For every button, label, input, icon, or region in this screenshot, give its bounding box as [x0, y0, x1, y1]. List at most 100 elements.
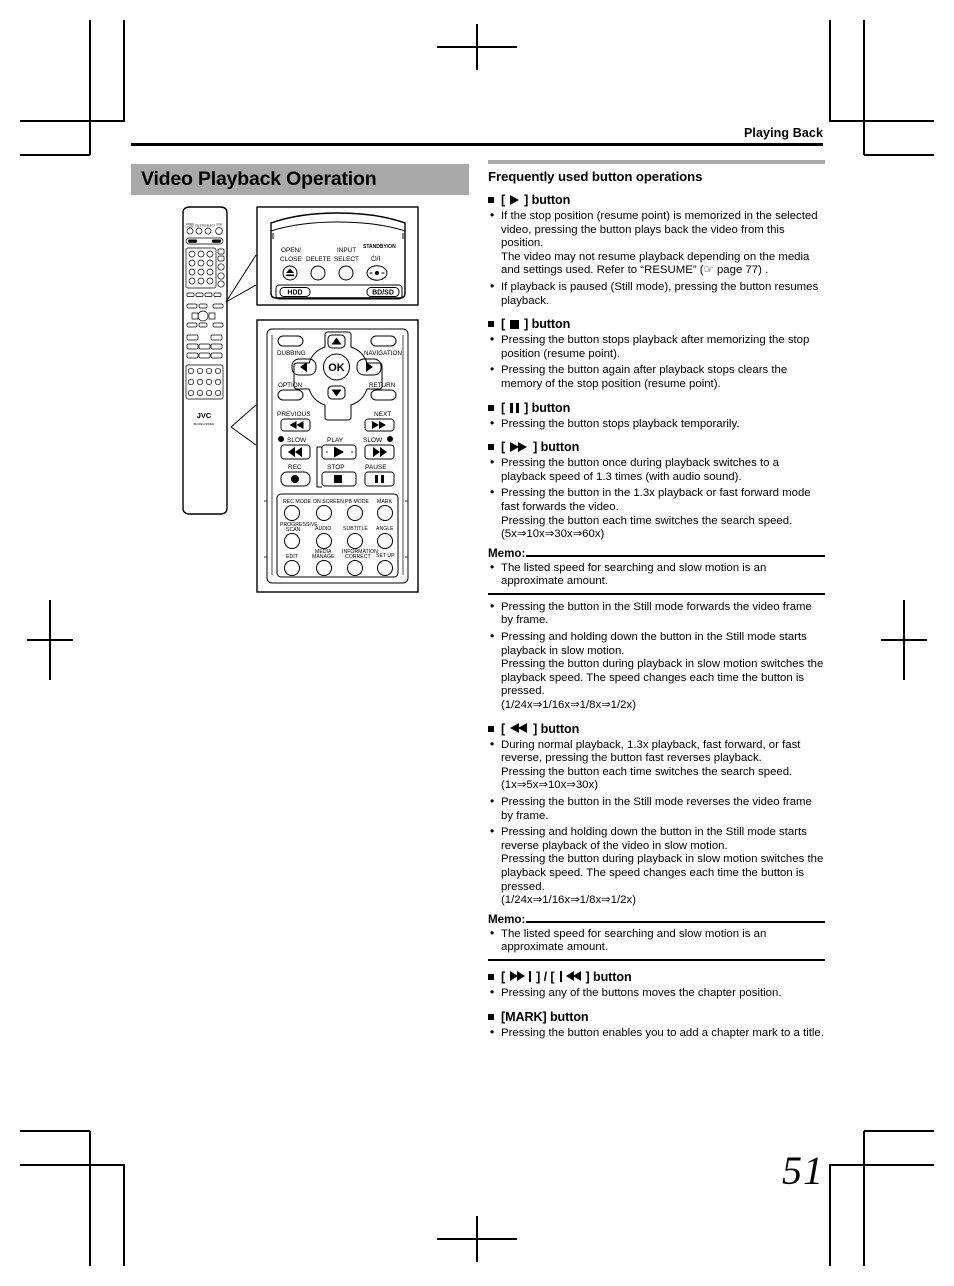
label-ok: OK	[328, 362, 345, 374]
bullet-square-icon	[488, 1013, 494, 1020]
label-on-screen: ON SCREEN	[313, 499, 344, 505]
page-number: 51	[782, 1148, 824, 1193]
memo-rule	[526, 554, 825, 557]
button-progressive-scan	[284, 533, 300, 549]
heading-stop-button: [ ] button	[488, 317, 825, 331]
bullet-list-play: If the stop position (resume point) is m…	[488, 209, 825, 308]
heading-chapter-skip-button: [ ] / [ ] button	[488, 970, 825, 984]
button-stop	[321, 471, 357, 487]
remote-brand-label: JVC	[197, 411, 212, 420]
memo-rule	[526, 920, 825, 923]
label-dubbing: DUBBING	[277, 350, 306, 357]
button-next	[364, 418, 395, 432]
label-angle: ANGLE	[376, 526, 394, 532]
button-previous	[280, 418, 311, 432]
svg-text:SCAN: SCAN	[286, 527, 301, 533]
section-title-banner: Video Playback Operation	[131, 164, 469, 195]
svg-text:DELETE: DELETE	[195, 224, 205, 228]
list-item: Pressing the button in the 1.3x playback…	[488, 486, 825, 541]
left-column: Video Playback Operation	[131, 164, 469, 195]
icon-slow-minus	[278, 436, 284, 442]
remote-keypad	[185, 247, 225, 289]
svg-text:CLOSE: CLOSE	[280, 256, 302, 263]
button-standby-on	[366, 265, 388, 281]
bullet-list-chapter-skip: Pressing any of the buttons moves the ch…	[488, 986, 825, 1001]
memo-end-rule	[488, 592, 825, 595]
label-delete: DELETE	[306, 256, 331, 263]
svg-text:MANAGE: MANAGE	[312, 554, 335, 560]
bullet-list-mark: Pressing the button enables you to add a…	[488, 1026, 825, 1041]
bullet-square-icon	[488, 725, 494, 732]
button-hdd: HDD	[279, 287, 311, 297]
label-rec: REC	[288, 464, 302, 471]
bullet-square-icon	[488, 973, 494, 980]
bullet-list-fast-reverse: During normal playback, 1.3x playback, f…	[488, 738, 825, 908]
nav-cluster: DUBBING NAVIGATION OK OPTION RETURN	[277, 331, 402, 421]
page-header-rule	[131, 143, 823, 146]
button-on-screen	[316, 505, 332, 521]
button-audio	[316, 533, 332, 549]
previous-chapter-icon	[559, 971, 581, 983]
svg-text:HDD: HDD	[287, 290, 302, 297]
label-pause: PAUSE	[365, 464, 387, 471]
registration-mark-bottom-center	[437, 1216, 517, 1262]
full-remote-illustration: OPEN/ CLOSE DELETE SELECT STBY JVC BD-RE…	[182, 206, 228, 515]
icon-slow-plus	[387, 436, 393, 442]
play-icon	[510, 195, 520, 205]
button-information-correct	[347, 560, 363, 576]
label-option: OPTION	[278, 382, 303, 389]
memo-title: Memo:	[488, 547, 825, 560]
button-pause	[364, 471, 395, 487]
pause-icon	[510, 402, 520, 413]
heading-mark-button: [MARK] button	[488, 1010, 825, 1024]
remote-detail-middle: DUBBING NAVIGATION OK OPTION RETURN PREV…	[256, 319, 419, 593]
heading-fast-reverse-button: [ ] button	[488, 722, 825, 736]
list-item: Pressing the button again after playback…	[488, 363, 825, 391]
remote-function-grid	[185, 364, 224, 400]
bullet-square-icon	[488, 321, 494, 328]
bullet-list-pause: Pressing the button stops playback tempo…	[488, 417, 825, 432]
button-open-close	[282, 265, 298, 281]
callout-lines	[225, 254, 257, 446]
function-grid: REC MODE ON SCREEN PB MODE MARK PROGRESS…	[276, 493, 399, 578]
crop-mark-bottom-right	[814, 1130, 934, 1266]
bullet-list-stop: Pressing the button stops playback after…	[488, 333, 825, 391]
label-stop: STOP	[327, 464, 345, 471]
list-item: If playback is paused (Still mode), pres…	[488, 280, 825, 308]
crop-mark-bottom-left	[20, 1130, 140, 1266]
list-item: If the stop position (resume point) is m…	[488, 209, 825, 278]
stop-icon	[510, 319, 520, 329]
page-header: Playing Back	[131, 126, 823, 146]
transport-cluster: PREVIOUS NEXT SLOW PLAY SLOW REC STOP PA…	[277, 411, 395, 488]
right-column: Frequently used button operations [ ] bu…	[488, 160, 825, 1043]
label-previous: PREVIOUS	[277, 411, 311, 418]
list-item: Pressing the button in the Still mode re…	[488, 795, 825, 823]
media-select-bar: HDD BD/SD	[275, 284, 403, 300]
button-fast-forward	[364, 444, 395, 460]
svg-text:CLOSE: CLOSE	[185, 225, 194, 229]
heading-play-button: [ ] button	[488, 193, 825, 207]
list-item: The listed speed for searching and slow …	[488, 927, 825, 955]
button-input-select	[338, 265, 354, 281]
label-slow-forward: SLOW	[363, 437, 383, 444]
label-slow-reverse: SLOW	[287, 437, 307, 444]
button-rec-mode	[284, 505, 300, 521]
list-item: The listed speed for searching and slow …	[488, 561, 825, 589]
heading-fast-forward-button: [ ] button	[488, 440, 825, 454]
list-item: Pressing and holding down the button in …	[488, 825, 825, 908]
heading-pause-button: [ ] button	[488, 401, 825, 415]
label-open-close: OPEN/	[281, 247, 301, 254]
label-power-symbol: ⏻/I	[371, 255, 380, 263]
bullet-square-icon	[488, 404, 494, 411]
button-mark	[377, 505, 393, 521]
list-item: Pressing any of the buttons moves the ch…	[488, 986, 825, 1001]
label-next: NEXT	[374, 411, 391, 418]
registration-mark-left-center	[27, 600, 73, 680]
label-pb-mode: PB MODE	[345, 499, 369, 505]
button-pb-mode	[347, 505, 363, 521]
label-standby-on: STANDBY/ON	[363, 244, 396, 250]
svg-text:SELECT: SELECT	[334, 256, 359, 263]
registration-mark-top-center	[437, 24, 517, 70]
remote-media-bar	[185, 237, 224, 245]
remote-transport	[186, 334, 223, 359]
